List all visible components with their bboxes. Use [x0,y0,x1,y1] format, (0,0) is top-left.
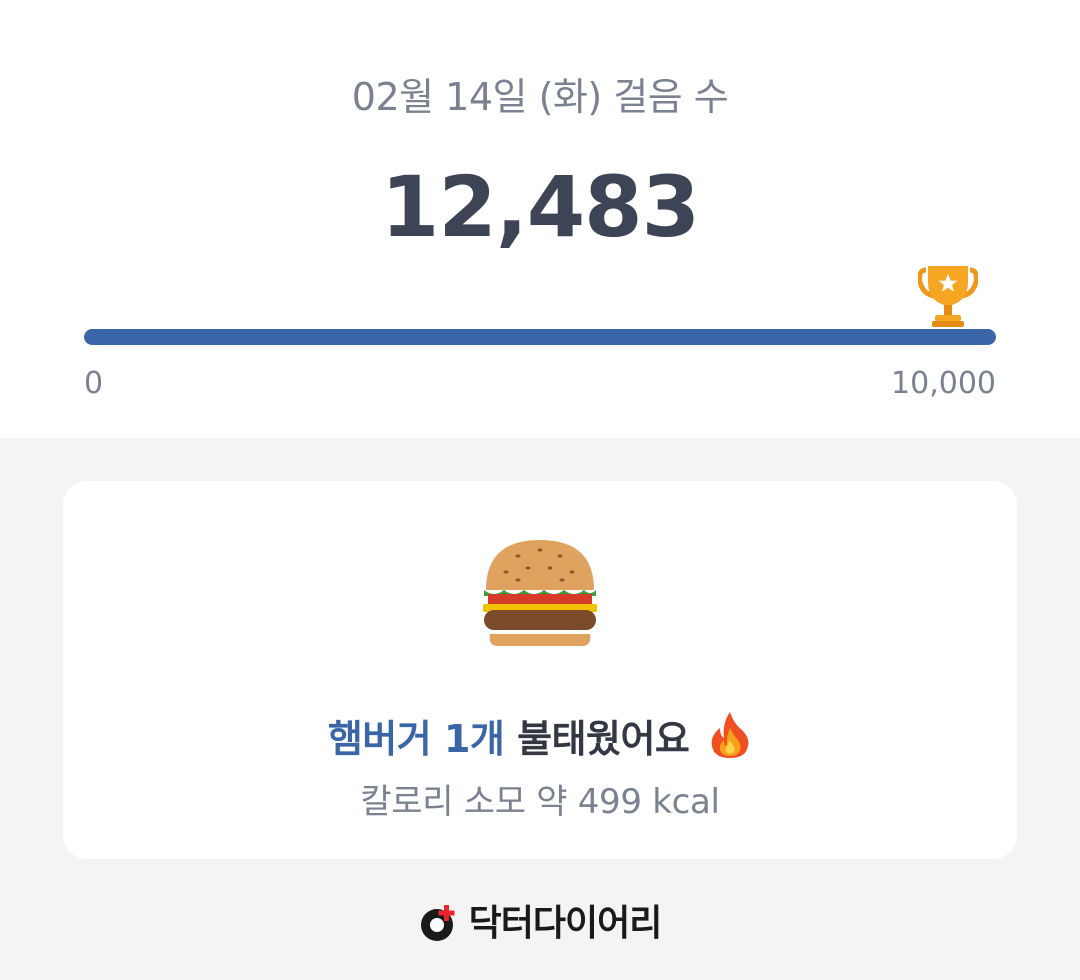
headline-food-count: 햄버거 1개 [327,717,505,761]
doctor-diary-logo-icon [419,903,459,943]
fire-icon [708,710,752,760]
hamburger-icon [478,534,602,652]
brand-name: 닥터다이어리 [468,903,663,944]
trophy-icon [917,262,979,330]
progress-scale-max: 10,000 [891,366,996,401]
steps-progress-fill [84,329,996,345]
calorie-burned-text: 칼로리 소모 약 499 kcal [360,782,720,822]
progress-scale-min: 0 [84,366,104,401]
date-title: 02월 14일 (화) 걸음 수 [351,75,729,119]
headline-burned-text: 불태웠어요 [517,717,690,761]
brand-footer: 닥터다이어리 [0,894,1080,946]
steps-progress-bar [84,329,996,345]
steps-summary-panel: 02월 14일 (화) 걸음 수 12,483 0 10,000 [0,0,1080,438]
step-count: 12,483 [380,158,700,256]
calorie-headline: 햄버거 1개 불태웠어요 [0,708,1080,763]
